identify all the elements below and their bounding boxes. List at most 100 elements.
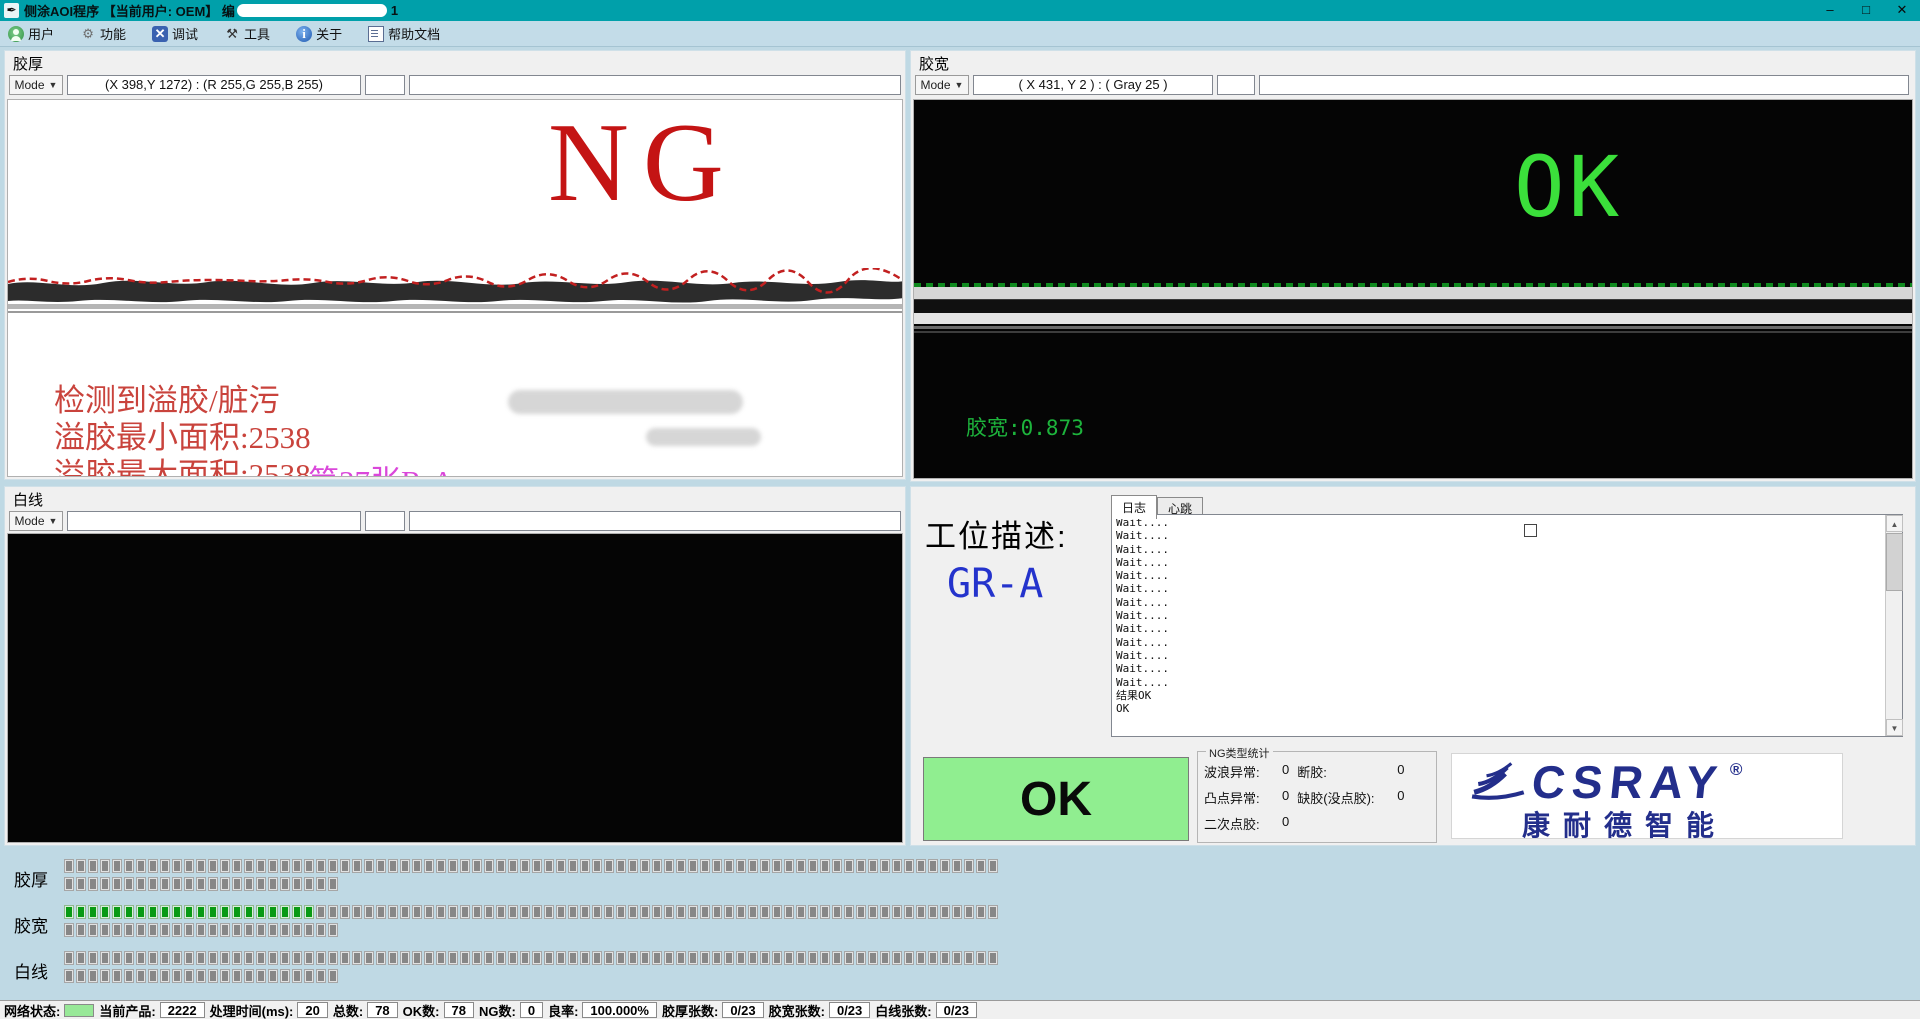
progress-cell bbox=[628, 905, 638, 919]
menu-item-tools[interactable]: ⚒ 工具 bbox=[224, 24, 270, 43]
progress-cell bbox=[304, 905, 314, 919]
progress-cell bbox=[232, 951, 242, 965]
maximize-button[interactable]: □ bbox=[1848, 0, 1884, 21]
gray-smudge bbox=[646, 428, 761, 446]
progress-cell bbox=[532, 951, 542, 965]
progress-cell bbox=[232, 877, 242, 891]
progress-cell bbox=[172, 969, 182, 983]
pixel-readout-field[interactable]: ( X 431, Y 2 ) : ( Gray 25 ) bbox=[973, 75, 1213, 95]
progress-cell bbox=[112, 923, 122, 937]
mode-dropdown[interactable]: Mode ▼ bbox=[9, 511, 63, 531]
mode-dropdown[interactable]: Mode ▼ bbox=[915, 75, 969, 95]
progress-cell bbox=[220, 859, 230, 873]
stat-label: 缺胶(没点胶): bbox=[1297, 788, 1397, 807]
status-process-time: 处理时间(ms):20 bbox=[210, 1001, 328, 1019]
menu-item-user[interactable]: 用户 bbox=[8, 24, 54, 43]
progress-cell bbox=[388, 905, 398, 919]
panel-title: 胶厚 bbox=[13, 53, 43, 74]
log-output-area[interactable]: Wait.... Wait.... Wait.... Wait.... Wait… bbox=[1111, 514, 1903, 737]
progress-cell bbox=[640, 951, 650, 965]
progress-cell bbox=[64, 877, 74, 891]
progress-cell bbox=[904, 859, 914, 873]
progress-cell bbox=[988, 905, 998, 919]
progress-cell bbox=[772, 905, 782, 919]
scroll-down-icon[interactable]: ▼ bbox=[1886, 719, 1903, 736]
app-window: ✒ 侧涂AOI程序 【当前用户: OEM】 编 1 – □ ✕ 用户 ⚙ 功能 … bbox=[0, 0, 1920, 1019]
progress-cell bbox=[76, 877, 86, 891]
pixel-readout-field[interactable]: (X 398,Y 1272) : (R 255,G 255,B 255) bbox=[67, 75, 361, 95]
menu-item-help-doc[interactable]: 帮助文档 bbox=[368, 24, 440, 43]
progress-cell bbox=[280, 951, 290, 965]
log-text: Wait.... Wait.... Wait.... Wait.... Wait… bbox=[1116, 516, 1169, 715]
progress-cell bbox=[148, 923, 158, 937]
menu-item-functions[interactable]: ⚙ 功能 bbox=[80, 24, 126, 43]
progress-cell bbox=[256, 969, 266, 983]
menu-item-about[interactable]: i 关于 bbox=[296, 24, 342, 43]
progress-cell bbox=[664, 905, 674, 919]
progress-cell bbox=[304, 951, 314, 965]
logo-swoosh-icon bbox=[1470, 760, 1532, 804]
progress-row bbox=[64, 951, 1000, 965]
user-icon bbox=[8, 26, 24, 42]
progress-cell bbox=[208, 951, 218, 965]
progress-row bbox=[64, 969, 340, 983]
glue-stripe-thin bbox=[914, 331, 1912, 333]
progress-cell bbox=[760, 905, 770, 919]
minimize-button[interactable]: – bbox=[1812, 0, 1848, 21]
progress-cell bbox=[580, 905, 590, 919]
log-checkbox[interactable] bbox=[1524, 524, 1537, 537]
progress-cell bbox=[424, 951, 434, 965]
progress-row bbox=[64, 859, 1000, 873]
scroll-up-icon[interactable]: ▲ bbox=[1886, 515, 1903, 532]
progress-cell bbox=[880, 951, 890, 965]
progress-cell bbox=[544, 951, 554, 965]
small-field[interactable] bbox=[365, 511, 405, 531]
menu-label: 调试 bbox=[172, 24, 198, 43]
progress-cell bbox=[136, 923, 146, 937]
progress-cell bbox=[436, 951, 446, 965]
progress-cell bbox=[364, 951, 374, 965]
window-title-suffix: 1 bbox=[391, 3, 398, 18]
log-scrollbar[interactable]: ▲ ▼ bbox=[1885, 515, 1902, 736]
progress-cell bbox=[256, 877, 266, 891]
mode-dropdown[interactable]: Mode ▼ bbox=[9, 75, 63, 95]
progress-cell bbox=[328, 859, 338, 873]
progress-cell bbox=[556, 951, 566, 965]
pixel-readout-field[interactable] bbox=[67, 511, 361, 531]
glue-thickness-image-view[interactable]: NG 检测到溢胶/脏污 溢胶最小面积:2538 溢胶最大面积:2538 第37张… bbox=[7, 99, 903, 477]
progress-cell bbox=[388, 951, 398, 965]
progress-cell bbox=[976, 905, 986, 919]
long-field[interactable] bbox=[1259, 75, 1909, 95]
long-field[interactable] bbox=[409, 75, 901, 95]
progress-cell bbox=[88, 951, 98, 965]
status-total: 总数:78 bbox=[333, 1001, 398, 1019]
progress-cell bbox=[856, 859, 866, 873]
progress-cell bbox=[508, 905, 518, 919]
white-line-image-view[interactable] bbox=[7, 533, 903, 843]
glue-width-image-view[interactable]: OK 胶宽:0.873 bbox=[913, 99, 1913, 479]
progress-cell bbox=[364, 905, 374, 919]
long-field[interactable] bbox=[409, 511, 901, 531]
overall-result-button[interactable]: OK bbox=[923, 757, 1189, 841]
stat-label: 波浪异常: bbox=[1204, 762, 1282, 781]
close-button[interactable]: ✕ bbox=[1884, 0, 1920, 21]
info-globe-icon: i bbox=[296, 26, 312, 42]
tab-log[interactable]: 日志 bbox=[1111, 495, 1157, 519]
scrollbar-thumb[interactable] bbox=[1886, 533, 1903, 591]
progress-cell bbox=[88, 905, 98, 919]
progress-cell bbox=[172, 905, 182, 919]
progress-cell bbox=[304, 969, 314, 983]
progress-cell bbox=[616, 951, 626, 965]
progress-cell bbox=[784, 859, 794, 873]
progress-cell bbox=[496, 905, 506, 919]
progress-cell bbox=[76, 951, 86, 965]
progress-cell bbox=[220, 905, 230, 919]
menu-item-debug[interactable]: ✕ 调试 bbox=[152, 24, 198, 43]
small-field[interactable] bbox=[1217, 75, 1255, 95]
progress-cell bbox=[988, 951, 998, 965]
progress-cell bbox=[316, 951, 326, 965]
progress-cell bbox=[724, 951, 734, 965]
progress-cell bbox=[652, 859, 662, 873]
progress-cell bbox=[940, 951, 950, 965]
small-field[interactable] bbox=[365, 75, 405, 95]
